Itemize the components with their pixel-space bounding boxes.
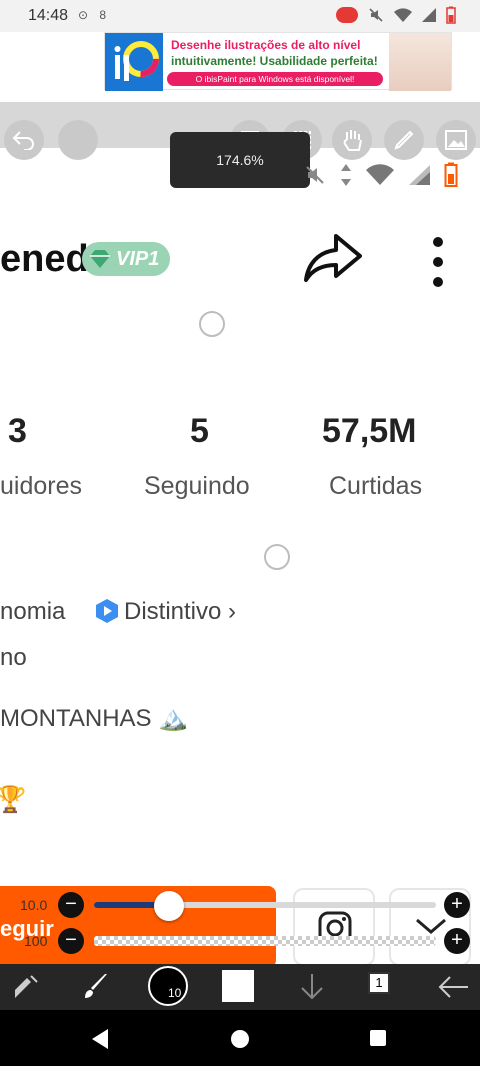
arrow-down-icon (301, 974, 323, 1000)
share-arrow-icon[interactable] (302, 232, 364, 284)
size-plus-button[interactable]: + (444, 892, 470, 918)
stat-following-label: Seguindo (144, 472, 250, 500)
mute-icon (306, 166, 324, 184)
arrow-left-icon (438, 976, 468, 998)
secondary-color-swatch[interactable] (222, 970, 254, 1002)
ad-character-art (389, 33, 451, 91)
image-icon (445, 130, 467, 150)
wifi-icon (394, 8, 412, 22)
instagram-card[interactable] (293, 888, 375, 966)
nav-recents-icon[interactable] (369, 1029, 387, 1047)
mute-icon (369, 8, 383, 22)
diamond-icon (90, 250, 110, 268)
opacity-value: 100 (24, 933, 48, 949)
touch-marker (199, 311, 225, 337)
stat-followers-label: uidores (0, 472, 82, 500)
redo-button[interactable] (58, 120, 98, 160)
nav-back-icon[interactable] (90, 1028, 110, 1050)
brush-icon (85, 974, 107, 998)
brush-tool-button[interactable] (76, 964, 116, 1010)
nav-home-icon[interactable] (230, 1029, 250, 1049)
vip-badge: VIP1 (82, 242, 170, 276)
hand-icon (343, 130, 362, 151)
opacity-plus-button[interactable]: + (444, 928, 470, 954)
download-button[interactable] (292, 964, 332, 1010)
size-minus-button[interactable]: − (58, 892, 84, 918)
transform-tool-icon (15, 975, 38, 998)
profile-name: ened (0, 238, 89, 280)
tool-selection-button[interactable] (6, 964, 46, 1010)
signal-icon (422, 8, 436, 22)
badge-link-label: Distintivo (124, 598, 222, 625)
layer-button[interactable]: 1 (368, 972, 390, 994)
bio-line-1: nomia (0, 598, 66, 625)
trophy-icon: 🏆 (0, 784, 27, 814)
captured-status-icons (304, 162, 458, 188)
bio-line-2: no (0, 644, 27, 671)
opacity-minus-button[interactable]: − (58, 928, 84, 954)
battery-icon (444, 162, 458, 187)
zoom-indicator: 174.6% (170, 132, 310, 188)
data-arrows-icon (341, 164, 351, 186)
signal-icon (409, 165, 430, 185)
ibispaint-logo (105, 33, 163, 91)
vip-badge-label: VIP1 (116, 248, 160, 270)
ad-banner[interactable]: Desenhe ilustrações de alto nível intuit… (104, 32, 452, 91)
badge-link[interactable]: Distintivo › (124, 598, 236, 626)
status-notification-icons: ⊙ 8 (78, 8, 111, 22)
wifi-icon (366, 164, 394, 185)
status-right-icons (336, 6, 456, 24)
opacity-slider-track[interactable] (94, 936, 436, 946)
ad-subheadline: intuitivamente! Usabilidade perfeita! (171, 54, 378, 68)
brush-size-value: 10.0 (20, 897, 48, 913)
undo-button[interactable] (4, 120, 44, 160)
battery-icon (446, 6, 456, 24)
stat-likes-value: 57,5M (322, 412, 417, 450)
stat-likes-label: Curtidas (329, 472, 423, 500)
pen-icon (394, 130, 414, 150)
status-bar: 14:48 ⊙ 8 (0, 0, 480, 32)
screen-record-icon (336, 7, 358, 23)
stat-following-value: 5 (190, 412, 209, 450)
back-button[interactable] (434, 964, 474, 1010)
undo-icon (12, 131, 34, 150)
chevron-right-icon: › (228, 598, 237, 625)
more-vertical-icon[interactable] (430, 236, 446, 288)
stat-followers-value: 3 (8, 412, 27, 450)
bio-line-3: MONTANHAS 🏔️ (0, 705, 189, 732)
ad-headline: Desenhe ilustrações de alto nível (171, 38, 361, 52)
android-nav-bar (0, 1010, 480, 1066)
status-time: 14:48 (28, 7, 69, 24)
badge-icon (96, 599, 118, 623)
brush-size-badge: 10 (168, 986, 182, 1000)
ad-cta[interactable]: O ibisPaint para Windows está disponível… (167, 72, 383, 86)
touch-marker (264, 544, 290, 570)
pen-button[interactable] (384, 120, 424, 160)
image-button[interactable] (436, 120, 476, 160)
hand-button[interactable] (332, 120, 372, 160)
ibispaint-logo-icon (114, 41, 159, 81)
chevron-down-icon (416, 918, 446, 934)
size-slider-thumb[interactable] (154, 891, 184, 921)
